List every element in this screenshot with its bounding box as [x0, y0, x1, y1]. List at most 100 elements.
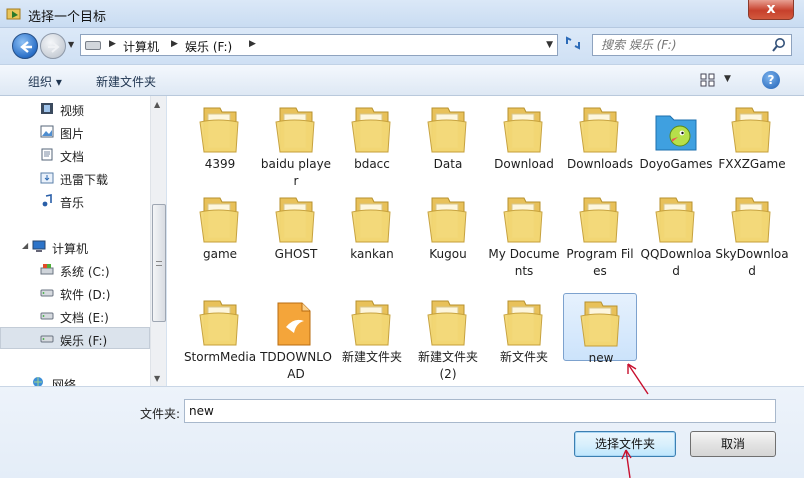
folder-name: Download — [494, 157, 554, 171]
search-input[interactable] — [593, 35, 763, 55]
nav-item-drive-c[interactable]: 系统 (C:) — [0, 259, 150, 281]
tddownload-folder-icon — [274, 299, 318, 347]
search-icon[interactable] — [771, 37, 787, 53]
navigation-pane: 视频 图片 文档 迅雷下载 音乐 ◢ 计算机 系统 (C:) 软件 (D:) 文… — [0, 96, 167, 386]
select-folder-button[interactable]: 选择文件夹 — [574, 431, 676, 457]
nav-item-drive-f[interactable]: 娱乐 (F:) — [0, 327, 150, 349]
organize-button[interactable]: 组织 ▾ — [28, 73, 62, 90]
document-icon — [41, 148, 53, 161]
scroll-down-icon[interactable]: ▼ — [154, 374, 160, 383]
breadcrumb-separator-icon[interactable]: ▶ — [109, 39, 116, 49]
folder-name: Downloads — [567, 157, 633, 171]
cancel-button[interactable]: 取消 — [690, 431, 776, 457]
forward-button[interactable] — [40, 33, 66, 59]
folder-icon — [654, 196, 698, 244]
folder-item[interactable]: QQDownload — [639, 190, 713, 280]
folder-icon — [579, 300, 623, 348]
forward-arrow-icon — [48, 41, 60, 53]
system-drive-icon — [40, 264, 54, 275]
folder-item[interactable]: 新建文件夹 (2) — [411, 293, 485, 383]
folder-item[interactable]: bdacc — [335, 100, 409, 190]
download-folder-icon — [40, 172, 54, 184]
folder-item[interactable]: 4399 — [183, 100, 257, 190]
nav-item-thunder-downloads[interactable]: 迅雷下载 — [0, 167, 150, 189]
nav-scrollbar[interactable]: ▲ ▼ — [150, 96, 166, 386]
folder-item[interactable]: My Documents — [487, 190, 561, 280]
address-dropdown-icon[interactable]: ▼ — [546, 40, 553, 50]
view-dropdown-icon[interactable]: ▼ — [724, 74, 731, 84]
folder-name: QQDownload — [640, 247, 712, 278]
folder-name: My Documents — [488, 247, 560, 278]
folder-icon — [274, 196, 318, 244]
address-row: ▼ ▶ 计算机 ▶ 娱乐 (F:) ▶ ▼ — [0, 28, 804, 64]
breadcrumb-drive-f[interactable]: 娱乐 (F:) — [185, 38, 232, 55]
nav-item-drive-d[interactable]: 软件 (D:) — [0, 282, 150, 304]
doyogames-folder-icon — [654, 106, 698, 154]
folder-item[interactable]: TDDOWNLOAD — [259, 293, 333, 383]
folder-item[interactable]: game — [183, 190, 257, 280]
nav-item-video[interactable]: 视频 — [0, 98, 150, 120]
drive-icon — [40, 312, 54, 320]
folder-item[interactable]: FXXZGame — [715, 100, 789, 190]
folder-name: bdacc — [354, 157, 390, 171]
folder-item[interactable]: Program Files — [563, 190, 637, 280]
folder-item[interactable]: GHOST — [259, 190, 333, 280]
selection-panel: 文件夹: 选择文件夹 取消 — [0, 386, 804, 478]
folder-name: 新建文件夹 (2) — [417, 350, 478, 381]
folder-item[interactable]: baidu player — [259, 100, 333, 190]
scroll-up-icon[interactable]: ▲ — [154, 100, 160, 109]
search-box[interactable] — [592, 34, 792, 56]
file-list: 4399 baidu player bdacc Data Download Downloa… — [168, 96, 804, 386]
breadcrumb-separator-icon[interactable]: ▶ — [171, 39, 178, 49]
breadcrumb-separator-icon[interactable]: ▶ — [249, 39, 256, 49]
folder-item[interactable]: 新建文件夹 — [335, 293, 409, 383]
folder-icon — [502, 196, 546, 244]
folder-icon — [578, 196, 622, 244]
app-icon — [6, 8, 21, 20]
back-arrow-icon — [20, 41, 32, 53]
folder-icon — [502, 299, 546, 347]
folder-item[interactable]: Data — [411, 100, 485, 190]
folder-item[interactable]: kankan — [335, 190, 409, 280]
folder-item[interactable]: new — [563, 293, 637, 365]
nav-item-network[interactable]: 网络 — [0, 372, 150, 386]
folder-item[interactable]: SkyDownload — [715, 190, 789, 280]
folder-icon — [426, 299, 470, 347]
folder-name: 新建文件夹 — [341, 350, 402, 364]
folder-name: SkyDownload — [715, 247, 789, 278]
folder-item[interactable]: StormMedia — [183, 293, 257, 383]
folder-name: Kugou — [429, 247, 467, 261]
nav-item-drive-e[interactable]: 文档 (E:) — [0, 305, 150, 327]
folder-name: Program Files — [566, 247, 634, 278]
recent-pages-dropdown-icon[interactable]: ▼ — [68, 40, 78, 50]
nav-item-pictures[interactable]: 图片 — [0, 121, 150, 143]
expand-arrow-icon[interactable]: ◢ — [22, 241, 28, 250]
folder-icon — [198, 299, 242, 347]
view-options-icon[interactable] — [700, 73, 716, 87]
folder-item[interactable]: Kugou — [411, 190, 485, 280]
folder-label: 文件夹: — [140, 407, 181, 421]
folder-item[interactable]: Download — [487, 100, 561, 190]
address-bar[interactable]: ▶ 计算机 ▶ 娱乐 (F:) ▶ ▼ — [80, 34, 558, 56]
folder-icon — [426, 196, 470, 244]
folder-item[interactable]: DoyoGames — [639, 100, 713, 190]
nav-item-computer[interactable]: ◢ 计算机 — [0, 236, 150, 258]
folder-name: GHOST — [274, 247, 318, 261]
folder-item[interactable]: 新文件夹 — [487, 293, 561, 383]
folder-icon — [578, 106, 622, 154]
scrollbar-thumb[interactable] — [152, 204, 166, 322]
window-title: 选择一个目标 — [28, 10, 107, 25]
help-icon[interactable]: ? — [762, 71, 780, 89]
video-icon — [41, 103, 53, 114]
folder-item[interactable]: Downloads — [563, 100, 637, 190]
new-folder-button[interactable]: 新建文件夹 — [96, 73, 156, 90]
refresh-button[interactable] — [562, 35, 584, 55]
nav-item-music[interactable]: 音乐 — [0, 190, 150, 212]
nav-item-documents[interactable]: 文档 — [0, 144, 150, 166]
close-button[interactable]: x — [748, 0, 794, 20]
folder-name-input[interactable] — [184, 399, 776, 423]
folder-name: game — [202, 247, 238, 261]
folder-name: Data — [433, 157, 463, 171]
breadcrumb-computer[interactable]: 计算机 — [123, 38, 159, 55]
back-button[interactable] — [12, 33, 38, 59]
